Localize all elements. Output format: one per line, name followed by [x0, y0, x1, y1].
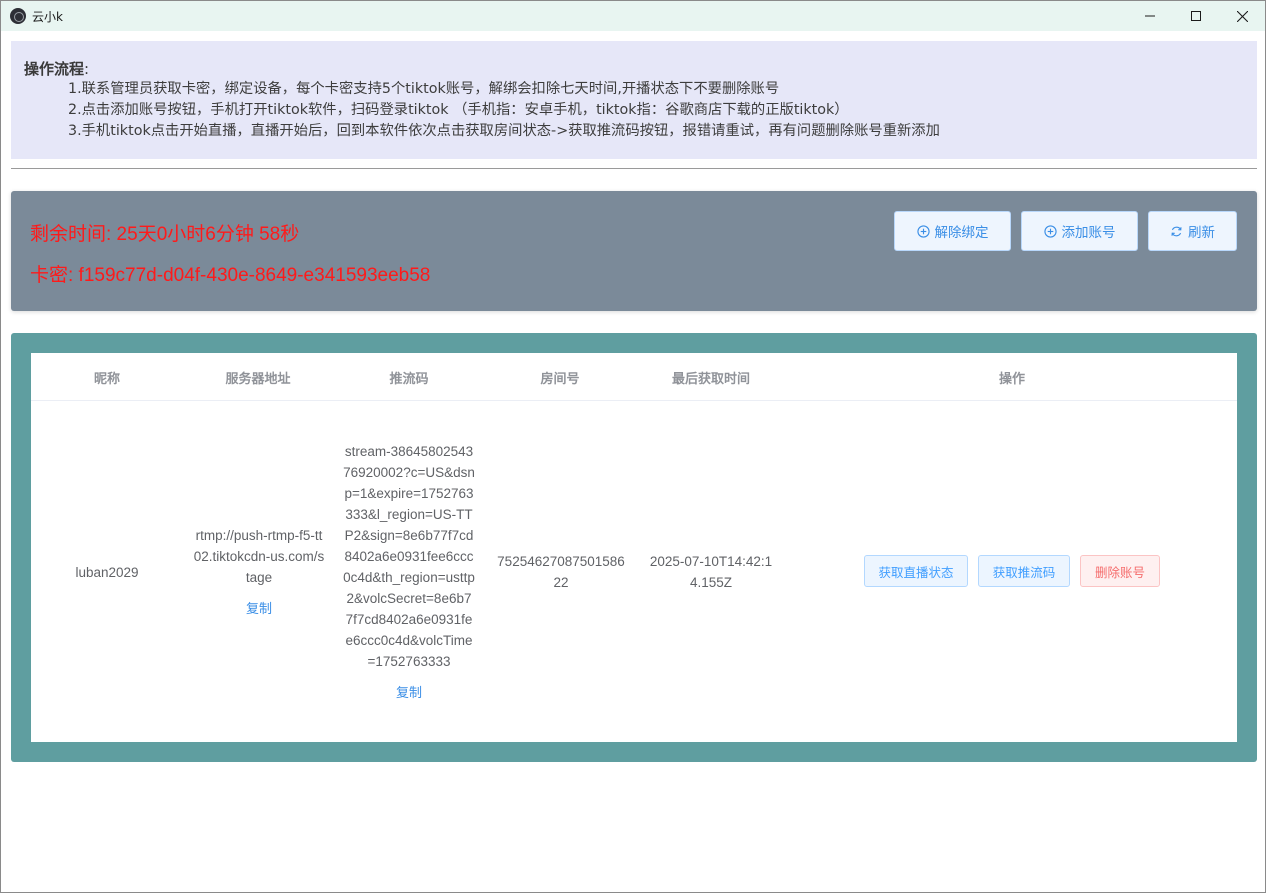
- delete-account-button[interactable]: 删除账号: [1080, 555, 1160, 587]
- column-header-server: 服务器地址: [225, 371, 291, 387]
- cell-last-fetch: 2025-07-10T14:42:14.155Z: [643, 402, 779, 742]
- instructions-title-suffix: :: [84, 60, 90, 78]
- close-icon: [1236, 10, 1248, 22]
- instructions-title: 操作流程: [24, 60, 85, 78]
- unbind-button-label: 解除绑定: [934, 225, 989, 241]
- add-account-button[interactable]: 添加账号: [1021, 211, 1138, 251]
- cell-stream-key: stream-3864580254376920002?c=US&dsnp=1&e…: [341, 402, 477, 742]
- room-id-text: 7525462708750158622: [497, 554, 625, 590]
- cell-room-id: 7525462708750158622: [493, 402, 629, 742]
- nickname-text: luban2029: [75, 564, 139, 580]
- instructions-panel: 操作流程: 1.联系管理员获取卡密，绑定设备，每个卡密支持5个tiktok账号，…: [11, 41, 1257, 159]
- cell-nickname: luban2029: [31, 402, 183, 742]
- column-header-actions: 操作: [998, 371, 1025, 387]
- maximize-icon: [1191, 11, 1201, 21]
- app-logo-icon: [10, 8, 26, 24]
- get-stream-key-button[interactable]: 获取推流码: [978, 555, 1070, 587]
- column-header-room-id: 房间号: [540, 371, 580, 387]
- table-header: 昵称 服务器地址 推流码 房间号 最后获取时间 操作: [31, 353, 1237, 401]
- refresh-icon: [1170, 225, 1183, 238]
- circle-plus-icon: [916, 224, 930, 238]
- add-account-button-label: 添加账号: [1061, 225, 1116, 241]
- refresh-button[interactable]: 刷新: [1148, 211, 1237, 251]
- instructions-heading: 操作流程:: [24, 59, 1244, 79]
- divider: [11, 168, 1257, 169]
- close-button[interactable]: [1219, 1, 1265, 31]
- window-controls: [1127, 1, 1265, 31]
- refresh-button-label: 刷新: [1188, 225, 1215, 241]
- account-info-panel: 剩余时间: 25天0小时6分钟 58秒 卡密: f159c77d-d04f-43…: [11, 191, 1257, 311]
- circle-plus-icon: [1043, 224, 1057, 238]
- column-header-stream-key: 推流码: [389, 371, 429, 387]
- column-header-last-fetch: 最后获取时间: [671, 371, 750, 387]
- minimize-button[interactable]: [1127, 1, 1173, 31]
- copy-stream-key-link[interactable]: 复制: [396, 682, 422, 703]
- window-title: 云小k: [32, 9, 63, 24]
- instruction-step-2: 2.点击添加账号按钮，手机打开tiktok软件，扫码登录tiktok （手机指：…: [68, 102, 849, 118]
- maximize-button[interactable]: [1173, 1, 1219, 31]
- instruction-step-1: 1.联系管理员获取卡密，绑定设备，每个卡密支持5个tiktok账号，解绑会扣除七…: [68, 81, 780, 97]
- server-address-text: rtmp://push-rtmp-f5-tt02.tiktokcdn-us.co…: [193, 528, 325, 585]
- last-fetch-text: 2025-07-10T14:42:14.155Z: [649, 554, 773, 590]
- app-window: 云小k 操作流程: 1.联系管理员获取卡密，绑定设备，每个卡密支持5个tikto…: [0, 0, 1266, 893]
- accounts-table: 昵称 服务器地址 推流码 房间号 最后获取时间 操作 luban2029 rtm…: [31, 353, 1237, 742]
- get-live-status-button[interactable]: 获取直播状态: [864, 555, 968, 587]
- unbind-button[interactable]: 解除绑定: [894, 211, 1011, 251]
- column-header-nickname: 昵称: [93, 371, 120, 387]
- stream-key-text: stream-3864580254376920002?c=US&dsnp=1&e…: [343, 444, 475, 669]
- title-bar[interactable]: 云小k: [1, 1, 1265, 31]
- card-key: 卡密: f159c77d-d04f-430e-8649-e341593eeb58: [30, 265, 431, 286]
- instruction-step-3: 3.手机tiktok点击开始直播，直播开始后，回到本软件依次点击获取房间状态->…: [68, 123, 940, 139]
- copy-server-link[interactable]: 复制: [246, 598, 272, 619]
- accounts-table-panel: 昵称 服务器地址 推流码 房间号 最后获取时间 操作 luban2029 rtm…: [11, 333, 1257, 762]
- minimize-icon: [1145, 15, 1155, 17]
- remaining-time: 剩余时间: 25天0小时6分钟 58秒: [30, 224, 300, 245]
- cell-server: rtmp://push-rtmp-f5-tt02.tiktokcdn-us.co…: [191, 402, 327, 742]
